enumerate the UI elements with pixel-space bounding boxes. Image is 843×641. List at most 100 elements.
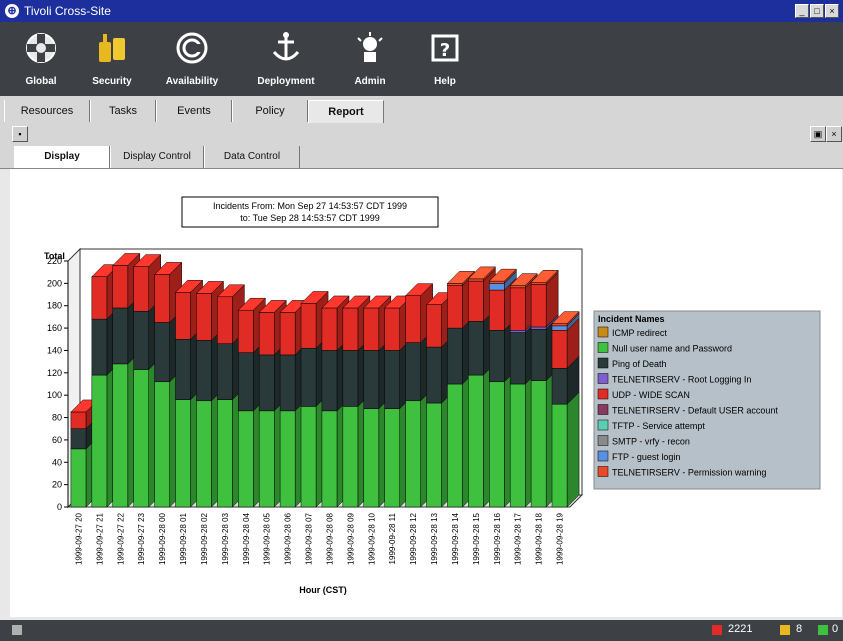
tab-policy[interactable]: Policy [232,100,308,122]
bar-segment [133,266,149,312]
toolbar-availability-button[interactable]: Availability [152,26,232,92]
toolbar-global-button[interactable]: Global [1,26,81,92]
bar-segment [70,448,87,508]
legend-swatch [597,342,609,353]
legend-label: FTP - guest login [612,452,680,462]
bar-segment [279,410,296,508]
legend-label: SMTP - vrfy - recon [612,437,690,447]
tab-display[interactable]: Display [14,146,110,168]
x-tick-label: 1999-09-27 22 [116,512,125,565]
toolbar-label: Availability [165,76,219,87]
bar-segment [91,374,108,508]
bar-segment [196,400,212,508]
y-tick-label: 220 [47,256,62,266]
window-title: Tivoli Cross-Site [24,4,111,18]
bar-segment [154,274,170,323]
bar-segment [384,408,400,508]
legend-swatch [597,357,609,369]
tab-resources[interactable]: Resources [4,100,90,122]
admin-icon [357,32,383,62]
bar-segment [551,323,568,327]
report-sub-tabs: Display Display Control Data Control [0,144,843,169]
bar-segment [217,399,233,508]
detach-icon[interactable]: ▣ [810,126,826,142]
bar-segment-side [566,391,580,508]
x-tick-label: 1999-09-28 09 [346,512,355,565]
legend-label: Null user name and Password [612,344,732,354]
bar-segment [238,309,254,353]
toolbar-help-button[interactable]: ? Help [405,26,485,92]
bar-segment [300,406,317,508]
bar-segment [509,285,526,289]
legend-swatch [597,326,609,338]
x-tick-label: 1999-09-28 11 [388,512,397,564]
deployment-icon [272,32,300,61]
legend-label: ICMP redirect [612,328,667,338]
legend-swatch [597,404,609,415]
bar-segment [489,283,505,291]
console-icon[interactable] [12,625,22,635]
bar-segment [426,304,442,348]
maximize-button[interactable]: □ [810,4,824,18]
y-tick-label: 80 [52,413,62,423]
legend-swatch [597,419,609,431]
x-tick-label: 1999-09-28 16 [493,512,502,565]
bar-segment [468,374,484,508]
y-tick-label: 120 [47,368,62,378]
legend-title: Incident Names [598,314,665,324]
ok-status-icon [818,625,828,635]
tab-display-control[interactable]: Display Control [110,146,204,168]
bar-segment [551,325,568,331]
legend-swatch [597,388,609,400]
bar-segment [551,368,568,405]
incident-chart: Incidents From: Mon Sep 27 14:53:57 CDT … [44,196,821,595]
bar-segment [196,293,212,341]
tab-tasks[interactable]: Tasks [90,100,156,122]
critical-count: 2221 [728,623,753,635]
tab-data-control[interactable]: Data Control [204,146,300,168]
bar-segment [405,295,421,343]
x-tick-label: 1999-09-28 03 [221,512,230,565]
save-icon[interactable]: ▪ [12,126,28,142]
bar-segment [447,283,463,286]
legend-label: TELNETIRSERV - Permission warning [612,468,766,478]
legend-swatch [597,450,609,462]
warning-status-icon [780,625,790,635]
x-tick-label: 1999-09-27 20 [74,512,83,565]
close-button[interactable]: × [825,4,839,18]
tab-report[interactable]: Report [308,100,384,123]
bar-segment [426,402,442,508]
toolbar-label: Global [25,76,57,87]
bar-segment [175,292,191,340]
toolbar-deployment-button[interactable]: Deployment [246,26,326,92]
toolbar-admin-button[interactable]: Admin [330,26,410,92]
y-tick-label: 100 [47,390,62,400]
x-tick-label: 1999-09-28 08 [325,512,334,565]
bar-segment [530,281,547,285]
x-tick-label: 1999-09-28 07 [305,512,314,565]
bar-segment [405,342,421,402]
help-icon: ? [431,34,459,62]
toolbar-security-button[interactable]: Security [72,26,152,92]
bar-segment [70,428,87,450]
bar-segment [321,410,338,508]
window-controls: _ □ × [795,4,839,18]
tab-events[interactable]: Events [156,100,232,122]
close-panel-icon[interactable]: × [826,126,842,142]
legend-label: TELNETIRSERV - Default USER account [612,406,778,416]
bar-segment [530,284,547,328]
legend-swatch [597,466,609,477]
toolbar-label: Help [434,76,456,87]
chart-title-line2: to: Tue Sep 28 14:53:57 CDT 1999 [240,213,379,223]
bar-segment [447,327,463,385]
legend-label: UDP - WIDE SCAN [612,390,690,400]
x-axis-label: Hour (CST) [299,585,347,595]
x-tick-label: 1999-09-28 06 [284,512,293,565]
x-tick-label: 1999-09-28 12 [409,512,418,565]
legend-swatch [597,435,609,446]
bar-segment [279,354,296,412]
minimize-button[interactable]: _ [795,4,809,18]
bar-segment [468,278,484,282]
x-tick-label: 1999-09-28 15 [472,512,481,565]
bar-segment [133,369,149,508]
